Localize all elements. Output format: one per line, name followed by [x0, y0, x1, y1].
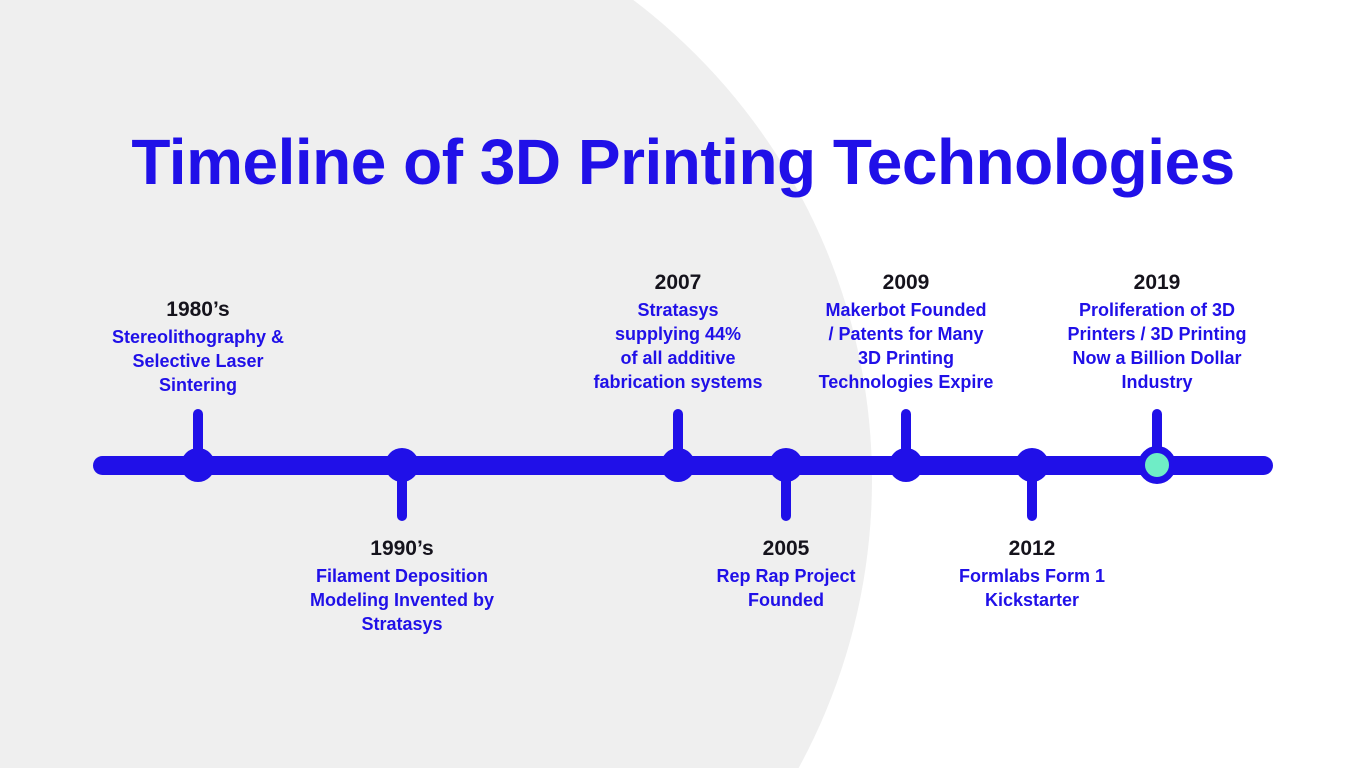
event-description-line: Now a Billion Dollar [1072, 348, 1242, 368]
event-description-line: Modeling Invented by [309, 590, 494, 610]
event-year-2019: 2019 [1133, 271, 1181, 294]
event-description-2012: Formlabs Form 1 Kickstarter [932, 564, 1132, 612]
timeline-dot-2005[interactable] [769, 448, 803, 482]
timeline-dot-2009[interactable] [889, 448, 923, 482]
event-description-line: Selective Laser [132, 351, 264, 371]
timeline-event-2012: 2012 Formlabs Form 1 Kickstarter [932, 535, 1132, 612]
event-description-line: Stratasys [361, 614, 443, 634]
timeline-dot-1980s[interactable] [181, 448, 215, 482]
event-description-line: Proliferation of 3D [1078, 300, 1235, 320]
event-description-line: Stereolithography & [111, 327, 285, 347]
event-description-line: 3D Printing [857, 348, 954, 368]
event-description-line: Founded [748, 590, 824, 610]
event-description-2005: Rep Rap Project Founded [686, 564, 886, 612]
event-description-line: Filament Deposition [315, 566, 488, 586]
event-year-2012: 2012 [1008, 537, 1056, 560]
infographic-canvas: Timeline of 3D Printing Technologies 198… [0, 0, 1366, 768]
event-description-line: Kickstarter [984, 590, 1080, 610]
event-description-line: Printers / 3D Printing [1067, 324, 1247, 344]
event-description-1990s: Filament Deposition Modeling Invented by S… [267, 564, 537, 636]
event-description-line: Stratasys [637, 300, 719, 320]
event-description-line: Rep Rap Project [716, 566, 856, 586]
event-year-1990s: 1990’s [370, 537, 434, 560]
timeline-event-1990s: 1990’s Filament Deposition Modeling Invent… [267, 535, 537, 636]
event-description-line: Formlabs Form 1 [958, 566, 1106, 586]
timeline-event-2005: 2005 Rep Rap Project Founded [686, 535, 886, 612]
timeline-event-2007: 2007 Stratasys supplying 44% of all additiv… [563, 269, 793, 394]
event-year-1980s: 1980’s [166, 298, 230, 321]
timeline-event-1980s: 1980’s Stereolithography & Selective Laser… [68, 296, 328, 397]
event-description-2009: Makerbot Founded / Patents for Many 3D Pri… [791, 298, 1021, 394]
timeline-dot-2019[interactable] [1138, 446, 1176, 484]
timeline-event-2019: 2019 Proliferation of 3D Printers / 3D Pri… [1042, 269, 1272, 394]
event-description-line: Industry [1121, 372, 1193, 392]
event-year-2005: 2005 [762, 537, 810, 560]
page-title: Timeline of 3D Printing Technologies [131, 126, 1235, 198]
timeline-dot-2012[interactable] [1015, 448, 1049, 482]
event-description-line: of all additive [620, 348, 736, 368]
timeline-dot-2007[interactable] [661, 448, 695, 482]
event-year-2007: 2007 [654, 271, 702, 294]
event-description-line: fabrication systems [593, 372, 763, 392]
event-description-line: Technologies Expire [818, 372, 994, 392]
timeline-event-2009: 2009 Makerbot Founded / Patents for Many 3D… [791, 269, 1021, 394]
event-description-line: Sintering [158, 375, 237, 395]
timeline-dot-1990s[interactable] [385, 448, 419, 482]
event-description-line: / Patents for Many [828, 324, 984, 344]
event-description-2019: Proliferation of 3D Printers / 3D Printin… [1042, 298, 1272, 394]
event-year-2009: 2009 [882, 271, 930, 294]
event-description-2007: Stratasys supplying 44% of all additive fab… [563, 298, 793, 394]
event-description-1980s: Stereolithography & Selective Laser Sinter… [68, 325, 328, 397]
event-description-line: supplying 44% [614, 324, 742, 344]
event-description-line: Makerbot Founded [825, 300, 987, 320]
